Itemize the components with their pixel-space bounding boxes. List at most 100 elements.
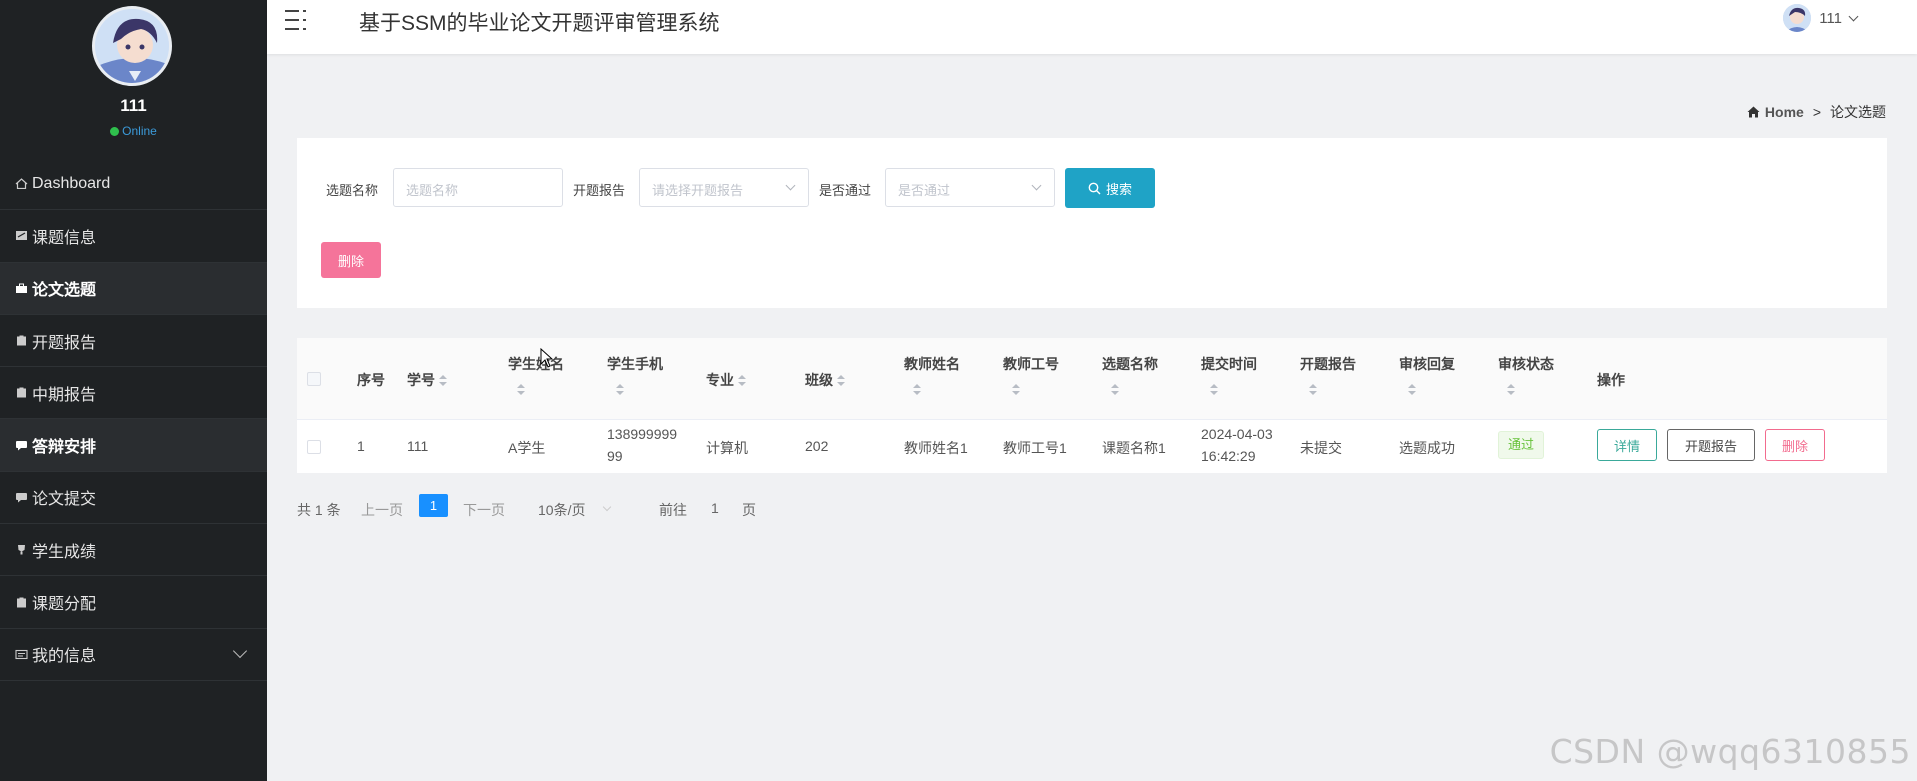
sidebar-menu: Dashboard 课题信息 论文选题 开题报告 中期报告 答辩安排 论文提交 [0,158,267,681]
col-header-reply[interactable]: 审核回复 [1399,354,1455,374]
next-page-button[interactable]: 下一页 [463,500,505,520]
page-number-current[interactable]: 1 [419,494,448,517]
watermark: CSDN @wqq6310855 [1549,732,1911,771]
cell-class: 202 [805,438,829,454]
chevron-down-icon [1848,11,1859,21]
sidebar-item-label: 学生成绩 [32,543,97,561]
report-label: 开题报告 [573,183,626,198]
sidebar-item-defense-schedule[interactable]: 答辩安排 [0,419,267,472]
pass-label: 是否通过 [819,183,872,198]
col-header-teacher-name[interactable]: 教师姓名 [904,354,960,374]
table-header: 序号 学号 学生姓名 学生手机 专业 班级 教师姓名 教师工号 选题名称 提交时… [297,338,1887,420]
breadcrumb: Home > 论文选题 [1747,102,1886,122]
breadcrumb-current: 论文选题 [1830,104,1886,120]
sort-icon[interactable] [1111,384,1119,396]
menu-toggle-icon[interactable] [285,9,309,31]
home-icon [1747,106,1760,118]
sort-icon[interactable] [1507,384,1515,396]
goto-prefix: 前往 [659,502,687,518]
sidebar-user-name: 111 [120,96,147,115]
col-header-class[interactable]: 班级 [805,370,845,390]
cell-index: 1 [357,438,365,454]
col-header-student-id[interactable]: 学号 [407,370,447,390]
col-header-label: 专业 [706,372,734,388]
sort-icon[interactable] [616,384,624,396]
header-user-menu[interactable]: 111 [1783,4,1859,32]
sidebar-item-label: 中期报告 [32,386,97,404]
search-button[interactable]: 搜索 [1065,168,1155,208]
sidebar-item-label: 论文提交 [32,491,97,509]
breadcrumb-home[interactable]: Home [1747,104,1804,120]
home-icon [15,178,28,190]
sidebar-item-label: 课题分配 [32,596,97,614]
sidebar-item-midterm-report[interactable]: 中期报告 [0,367,267,420]
col-header-major[interactable]: 专业 [706,370,746,390]
search-panel: 选题名称 选题名称 开题报告 请选择开题报告 是否通过 是否通过 搜索 删除 [297,138,1887,308]
cell-phone-line2: 99 [607,448,623,464]
topic-label: 选题名称 [326,183,379,198]
report-select[interactable]: 请选择开题报告 [639,168,809,207]
sort-icon[interactable] [738,375,746,387]
user-status-text: Online [122,124,157,138]
sidebar-item-label: 论文选题 [32,282,97,300]
col-header-report[interactable]: 开题报告 [1300,354,1356,374]
col-header-status[interactable]: 审核状态 [1498,354,1554,374]
page-size-select[interactable]: 10条/页 [538,500,585,520]
sort-icon[interactable] [517,384,525,396]
sidebar-item-topic-info[interactable]: 课题信息 [0,210,267,263]
row-checkbox[interactable] [307,440,321,454]
sidebar-item-student-grades[interactable]: 学生成绩 [0,524,267,577]
chevron-down-icon [1031,180,1042,191]
sidebar-item-dashboard[interactable]: Dashboard [0,158,267,211]
sidebar-item-proposal-report[interactable]: 开题报告 [0,315,267,368]
goto-suffix: 页 [742,502,756,518]
topic-search-input[interactable]: 选题名称 [393,168,563,207]
trophy-icon [18,545,25,555]
online-dot-icon [110,127,120,136]
sort-icon[interactable] [913,384,921,396]
batch-delete-button[interactable]: 删除 [321,242,381,278]
sort-icon[interactable] [1408,384,1416,396]
goto-page-input[interactable]: 1 [711,500,719,516]
sidebar: 111 Online Dashboard 课题信息 论文选题 开题报告 中期报告… [0,0,267,781]
chat-icon [16,492,27,503]
col-header-submit-time[interactable]: 提交时间 [1201,354,1257,374]
col-header-phone[interactable]: 学生手机 [607,354,663,374]
sort-icon[interactable] [439,375,447,387]
col-header-label: 班级 [805,372,833,388]
chevron-down-icon [602,502,612,512]
cell-topic: 课题名称1 [1102,440,1166,456]
prev-page-button[interactable]: 上一页 [361,500,403,520]
header-avatar [1783,4,1812,32]
pass-select[interactable]: 是否通过 [885,168,1055,207]
cell-report: 未提交 [1300,440,1342,456]
sort-icon[interactable] [1012,384,1020,396]
sidebar-item-thesis-topic[interactable]: 论文选题 [0,262,267,315]
select-all-checkbox[interactable] [307,372,321,386]
sidebar-item-label: 我的信息 [32,648,97,666]
sort-icon[interactable] [837,375,845,387]
delete-button[interactable]: 删除 [1765,429,1825,461]
chevron-down-icon [232,643,248,658]
cell-student-name: A学生 [508,440,546,456]
breadcrumb-separator: > [1812,104,1821,120]
avatar[interactable] [92,6,172,86]
col-header-topic[interactable]: 选题名称 [1102,354,1158,374]
avatar-image [95,9,169,83]
chat-icon [16,440,27,451]
sort-icon[interactable] [1309,384,1317,396]
sidebar-item-my-info[interactable]: 我的信息 [0,629,267,681]
col-header-teacher-id[interactable]: 教师工号 [1003,354,1059,374]
pagination-total: 共 1 条 [297,502,341,518]
detail-button[interactable]: 详情 [1597,429,1657,461]
proposal-report-button[interactable]: 开题报告 [1667,429,1755,461]
sidebar-item-topic-assign[interactable]: 课题分配 [0,576,267,629]
cell-phone-line1: 138999999 [607,426,678,442]
cell-teacher-name: 教师姓名1 [904,440,968,456]
sidebar-item-thesis-submit[interactable]: 论文提交 [0,472,267,525]
card-icon [16,231,27,241]
chevron-down-icon [785,180,796,191]
col-header-student-name[interactable]: 学生姓名 [508,354,564,374]
cell-student-id: 111 [407,438,429,454]
sort-icon[interactable] [1210,384,1218,396]
